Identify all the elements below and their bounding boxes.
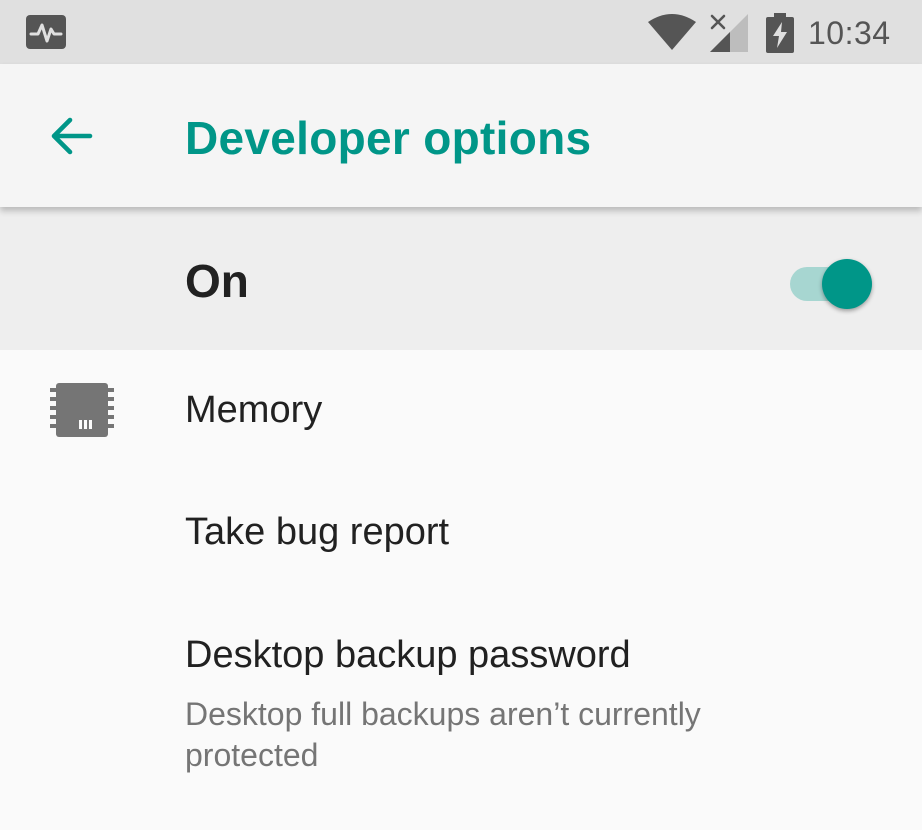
pref-memory[interactable]: Memory — [0, 350, 922, 470]
pref-bug-report-title: Take bug report — [185, 511, 450, 553]
wifi-icon — [648, 14, 696, 50]
pulse-icon — [26, 15, 66, 49]
status-bar: 10:34 — [0, 0, 922, 64]
master-switch-row[interactable]: On — [0, 207, 922, 350]
developer-options-toggle[interactable] — [788, 253, 876, 309]
pref-take-bug-report[interactable]: Take bug report — [0, 470, 922, 595]
memory-chip-icon — [50, 383, 114, 437]
battery-charging-icon — [766, 13, 794, 53]
page-title: Developer options — [185, 112, 592, 164]
arrow-back-icon[interactable] — [40, 104, 104, 168]
master-switch-label: On — [185, 255, 249, 307]
pref-backup-password-title: Desktop backup password — [185, 634, 631, 676]
switch-thumb — [822, 259, 872, 309]
no-signal-icon — [710, 14, 748, 52]
pref-desktop-backup-password[interactable]: Desktop backup password Desktop full bac… — [0, 595, 922, 800]
app-bar: Developer options — [0, 64, 922, 207]
pref-backup-password-summary: Desktop full backups aren’t currently pr… — [185, 696, 701, 773]
pref-memory-title: Memory — [185, 389, 323, 431]
status-time: 10:34 — [808, 15, 891, 51]
